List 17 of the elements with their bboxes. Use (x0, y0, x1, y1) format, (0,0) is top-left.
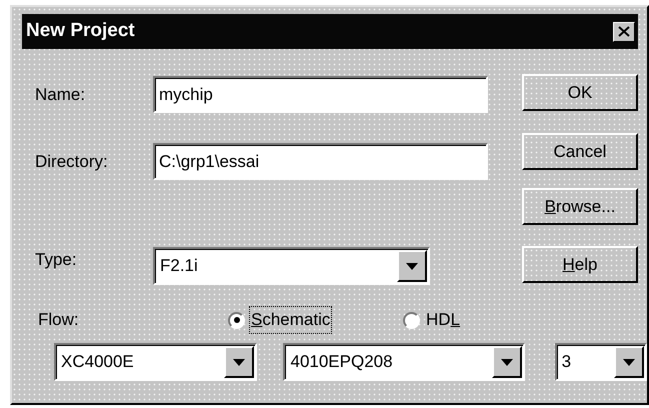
dialog-button[interactable]: Help (522, 246, 638, 283)
text-field[interactable]: mychip (153, 76, 488, 113)
dialog-button[interactable]: Browse... (522, 188, 638, 225)
field-label: Flow: (37, 309, 80, 332)
window-title: New Project (26, 19, 135, 44)
field-label: Type: (34, 249, 78, 272)
dialog-button[interactable]: Cancel (522, 133, 638, 170)
field-label: Directory: (34, 150, 109, 173)
text-field[interactable]: C:\grp1\essai (153, 143, 488, 180)
field-label: Name: (34, 84, 86, 106)
dialog-button[interactable]: OK (522, 74, 638, 111)
type-dropdown[interactable]: F2.1i (153, 247, 430, 285)
radio-label[interactable]: Schematic (249, 306, 332, 334)
device-dropdown[interactable]: 3 (554, 343, 647, 381)
radio-label[interactable]: HDL (424, 306, 462, 334)
device-dropdown[interactable]: XC4000E (54, 343, 258, 381)
device-dropdown[interactable]: 4010EPQ208 (283, 343, 525, 381)
